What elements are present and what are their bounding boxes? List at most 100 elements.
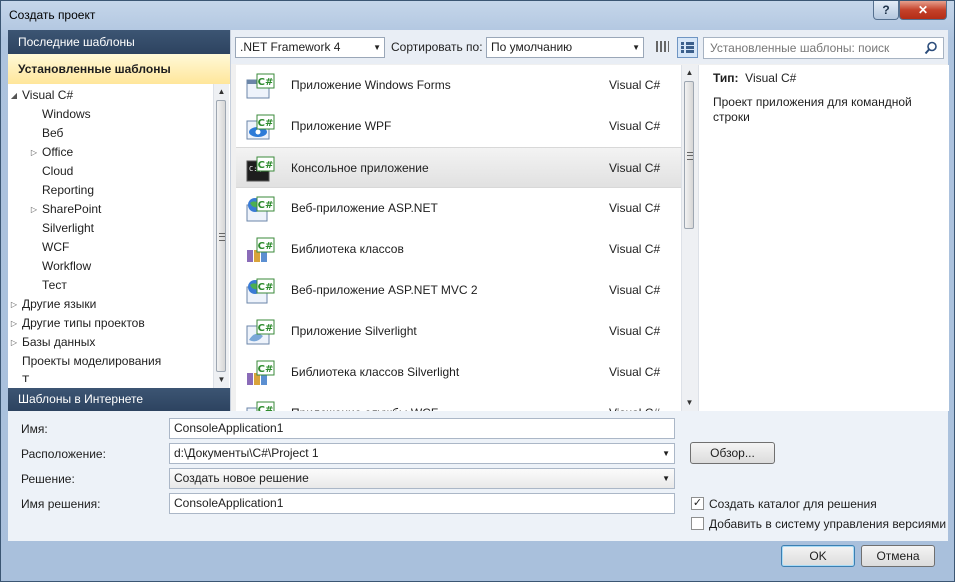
- browse-button[interactable]: Обзор...: [690, 442, 775, 464]
- collapsed-arrow-icon[interactable]: ▷: [29, 143, 39, 162]
- scroll-down-icon[interactable]: ▼: [214, 372, 229, 388]
- tree-item[interactable]: Workflow: [42, 257, 91, 276]
- template-item[interactable]: C# Веб-приложение ASP.NET Visual C#: [236, 188, 681, 229]
- solution-label: Решение:: [21, 472, 75, 486]
- scroll-up-icon[interactable]: ▲: [214, 84, 229, 100]
- online-templates-header[interactable]: Шаблоны в Интернете: [8, 388, 230, 411]
- type-label: Тип:: [713, 71, 739, 85]
- solution-select[interactable]: Создать новое решение ▼: [169, 468, 675, 489]
- template-item[interactable]: C# Библиотека классов Silverlight Visual C…: [236, 352, 681, 393]
- sort-label: Сортировать по:: [391, 40, 483, 54]
- svg-text:C#: C#: [258, 282, 274, 293]
- collapsed-arrow-icon[interactable]: ▷: [9, 314, 19, 333]
- winforms-icon: C#: [246, 73, 275, 99]
- category-tree-scrollbar[interactable]: ▲ ▼: [213, 84, 229, 388]
- source-control-checkbox[interactable]: [691, 517, 704, 530]
- tree-item[interactable]: ▷ Базы данных: [11, 333, 96, 352]
- solution-value: Создать новое решение: [174, 471, 309, 485]
- collapsed-arrow-icon[interactable]: ▷: [9, 295, 19, 314]
- tree-item[interactable]: ◢ Visual C#: [11, 86, 74, 105]
- svg-text:C#: C#: [258, 364, 274, 375]
- silverlight-icon: C#: [246, 319, 275, 345]
- templates-toolbar: .NET Framework 4 ▼ Сортировать по: По ум…: [231, 30, 948, 64]
- scroll-up-icon[interactable]: ▲: [682, 65, 697, 81]
- tree-item[interactable]: ▷ Office: [31, 143, 73, 162]
- template-item[interactable]: C#Приложение службы WCFVisual C#: [236, 393, 681, 411]
- project-name-input[interactable]: ConsoleApplication1: [169, 418, 675, 439]
- chevron-down-icon: ▼: [662, 449, 670, 458]
- tree-item[interactable]: Reporting: [42, 181, 94, 200]
- search-icon[interactable]: [924, 41, 938, 55]
- template-language: Visual C#: [609, 365, 661, 379]
- expanded-arrow-icon[interactable]: ◢: [9, 86, 19, 105]
- tree-item-label: Базы данных: [22, 335, 96, 349]
- sort-select[interactable]: По умолчанию ▼: [486, 37, 644, 58]
- wcf-icon: C#: [246, 401, 275, 411]
- tree-item-label: Visual C#: [22, 88, 74, 102]
- template-item[interactable]: C# Приложение WPF Visual C#: [236, 106, 681, 147]
- tree-item[interactable]: ▷ Другие языки: [11, 295, 96, 314]
- solution-name-input[interactable]: ConsoleApplication1: [169, 493, 675, 514]
- create-directory-checkbox[interactable]: ✓: [691, 497, 704, 510]
- template-name: Веб-приложение ASP.NET: [291, 201, 438, 215]
- template-item[interactable]: C# Веб-приложение ASP.NET MVC 2 Visual C#: [236, 270, 681, 311]
- template-search-input[interactable]: Установленные шаблоны: поиск: [703, 37, 944, 59]
- tree-item[interactable]: Веб: [42, 124, 63, 143]
- new-project-dialog: Создать проект ? ✕ Последние шаблоны Уст…: [0, 0, 955, 582]
- dialog-title: Создать проект: [9, 8, 96, 22]
- tree-item[interactable]: Проекты моделирования: [22, 352, 161, 371]
- tree-item[interactable]: Silverlight: [42, 219, 94, 238]
- scroll-thumb[interactable]: [684, 81, 694, 229]
- template-name: Библиотека классов Silverlight: [291, 365, 460, 379]
- tree-item[interactable]: ▷ SharePoint: [31, 200, 101, 219]
- template-list-scrollbar[interactable]: ▲ ▼: [681, 65, 698, 411]
- template-item[interactable]: C# Приложение Silverlight Visual C#: [236, 311, 681, 352]
- name-label: Имя:: [21, 422, 48, 436]
- installed-templates-header[interactable]: Установленные шаблоны: [8, 54, 230, 84]
- tree-item[interactable]: Cloud: [42, 162, 73, 181]
- template-item[interactable]: C:\ C# Консольное приложение Visual C#: [236, 147, 681, 188]
- close-button[interactable]: ✕: [899, 1, 947, 20]
- ok-button[interactable]: OK: [781, 545, 855, 567]
- svg-text:C#: C#: [258, 200, 274, 211]
- library-icon: C#: [247, 360, 275, 385]
- title-bar[interactable]: Создать проект ? ✕: [1, 1, 954, 30]
- grid-view-icon: [656, 41, 669, 52]
- source-control-label[interactable]: Добавить в систему управления версиями: [709, 517, 946, 531]
- template-language: Visual C#: [609, 242, 661, 256]
- collapsed-arrow-icon[interactable]: ▷: [9, 333, 19, 352]
- dialog-button-bar: OK Отмена: [8, 541, 948, 575]
- create-directory-label[interactable]: Создать каталог для решения: [709, 497, 877, 511]
- help-button[interactable]: ?: [873, 1, 899, 20]
- tree-item[interactable]: Т: [22, 371, 29, 382]
- tree-item[interactable]: Тест: [42, 276, 67, 295]
- template-item[interactable]: C# Приложение Windows Forms Visual C#: [236, 65, 681, 106]
- location-combo[interactable]: d:\Документы\C#\Project 1 ▼: [169, 443, 675, 464]
- tree-item-label: Windows: [42, 107, 91, 121]
- template-name: Приложение Silverlight: [291, 324, 417, 338]
- template-list: C# Приложение Windows Forms Visual C# C# При…: [236, 65, 681, 411]
- solution-name-value: ConsoleApplication1: [174, 496, 284, 510]
- tree-item[interactable]: Windows: [42, 105, 91, 124]
- framework-select[interactable]: .NET Framework 4 ▼: [235, 37, 385, 58]
- template-type: Тип: Visual C#: [713, 71, 796, 85]
- template-language: Visual C#: [609, 78, 661, 92]
- dialog-content: Последние шаблоны Установленные шаблоны …: [8, 30, 949, 541]
- location-value: d:\Документы\C#\Project 1: [174, 446, 319, 460]
- scroll-down-icon[interactable]: ▼: [682, 395, 697, 411]
- collapsed-arrow-icon[interactable]: ▷: [29, 200, 39, 219]
- tree-item[interactable]: ▷ Другие типы проектов: [11, 314, 145, 333]
- template-details-panel: Тип: Visual C# Проект приложения для ком…: [698, 65, 949, 411]
- medium-icons-view-button[interactable]: [677, 37, 698, 58]
- recent-templates-header[interactable]: Последние шаблоны: [8, 30, 230, 54]
- tree-item-label: Workflow: [42, 259, 92, 273]
- help-icon: ?: [882, 3, 890, 17]
- template-item[interactable]: C# Библиотека классов Visual C#: [236, 229, 681, 270]
- small-icons-view-button[interactable]: [652, 37, 673, 58]
- tree-item[interactable]: WCF: [42, 238, 69, 257]
- project-name-value: ConsoleApplication1: [174, 421, 284, 435]
- scroll-thumb[interactable]: [216, 100, 226, 372]
- category-tree: ◢ Visual C# Windows Веб ▷ Office Cloud Reportin…: [8, 86, 213, 382]
- template-name: Консольное приложение: [291, 161, 429, 175]
- cancel-button[interactable]: Отмена: [861, 545, 935, 567]
